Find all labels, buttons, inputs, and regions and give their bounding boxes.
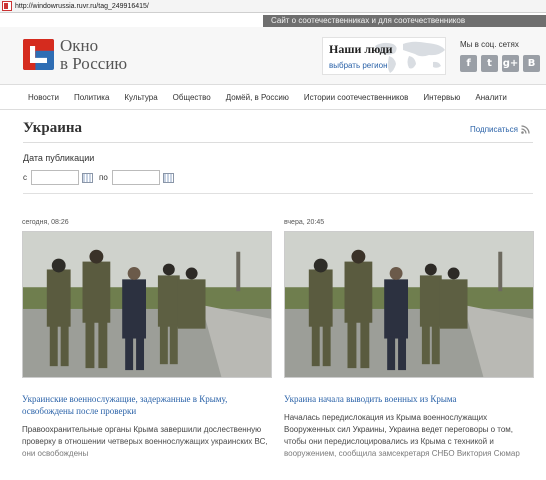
article-lead: Правоохранительные органы Крыма завершил… bbox=[22, 425, 268, 458]
nav-item-home-to-russia[interactable]: Домёй, в Россию bbox=[226, 86, 289, 110]
nav-item-analytics[interactable]: Аналити bbox=[475, 86, 506, 110]
address-url[interactable]: http://windowrussia.ruvr.ru/tag_24991641… bbox=[15, 3, 149, 10]
article-photo[interactable] bbox=[284, 231, 534, 378]
top-strip: Сайт о соотечественниках и для соотечест… bbox=[0, 15, 546, 27]
select-region-link[interactable]: выбрать регион bbox=[329, 61, 388, 70]
subscribe-label: Подписаться bbox=[470, 125, 518, 134]
article-card: вчера, 20:45 Украина начала выводить вое… bbox=[284, 219, 534, 460]
article-headline[interactable]: Украинские военнослужащие, задержанные в… bbox=[22, 393, 272, 417]
article-photo[interactable] bbox=[22, 231, 272, 378]
facebook-icon[interactable]: f bbox=[460, 55, 477, 72]
nav-item-politics[interactable]: Политика bbox=[74, 86, 109, 110]
nav-item-interviews[interactable]: Интервью bbox=[423, 86, 460, 110]
rss-icon bbox=[521, 125, 530, 134]
site-logo-text[interactable]: Окно в Россию bbox=[60, 37, 127, 73]
calendar-icon[interactable] bbox=[82, 172, 93, 183]
page-title: Украина bbox=[23, 120, 83, 136]
date-from-label: с bbox=[23, 173, 27, 182]
site-header: Окно в Россию Наши люди выбрать регион М… bbox=[0, 27, 546, 85]
our-people-title: Наши люди bbox=[329, 42, 393, 56]
twitter-icon[interactable]: t bbox=[481, 55, 498, 72]
browser-address-bar[interactable]: http://windowrussia.ruvr.ru/tag_24991641… bbox=[0, 0, 546, 13]
publication-date-label: Дата публикации bbox=[23, 153, 95, 163]
social-block: Мы в соц. сетях f t g+ B bbox=[454, 37, 544, 77]
nav-item-culture[interactable]: Культура bbox=[124, 86, 157, 110]
nav-item-society[interactable]: Общество bbox=[173, 86, 211, 110]
vkontakte-icon[interactable]: B bbox=[523, 55, 540, 72]
subscribe-link[interactable]: Подписаться bbox=[470, 125, 530, 134]
date-to-label: по bbox=[99, 173, 108, 182]
logo-icon[interactable] bbox=[23, 39, 54, 70]
date-to-group: по bbox=[99, 170, 174, 185]
calendar-icon[interactable] bbox=[162, 172, 174, 183]
our-people-widget[interactable]: Наши люди выбрать регион bbox=[322, 37, 446, 75]
favicon-icon bbox=[2, 1, 12, 11]
date-to-input[interactable] bbox=[111, 170, 160, 185]
article-card: сегодня, 08:26 Украинские военнослужащие… bbox=[22, 219, 272, 460]
logo-line-1: Окно bbox=[60, 36, 99, 55]
nav-item-stories[interactable]: Истории соотечественников bbox=[304, 86, 408, 110]
date-from-input[interactable] bbox=[31, 170, 79, 185]
article-time: вчера, 20:45 bbox=[284, 219, 325, 226]
article-lead: Началась передислокация из Крыма военнос… bbox=[284, 413, 520, 458]
logo-line-2: в Россию bbox=[60, 54, 128, 73]
social-label: Мы в соц. сетях bbox=[460, 40, 519, 49]
filter-divider bbox=[23, 193, 533, 194]
article-headline[interactable]: Украина начала выводить военных из Крыма bbox=[284, 393, 534, 405]
google-plus-icon[interactable]: g+ bbox=[502, 55, 519, 72]
top-strip-text: Сайт о соотечественниках и для соотечест… bbox=[263, 15, 546, 27]
title-divider bbox=[23, 142, 533, 143]
date-from-group: с bbox=[23, 170, 93, 185]
nav-item-news[interactable]: Новости bbox=[28, 86, 59, 110]
main-nav: Новости Политика Культура Общество Домёй… bbox=[0, 86, 546, 110]
article-time: сегодня, 08:26 bbox=[22, 219, 69, 226]
